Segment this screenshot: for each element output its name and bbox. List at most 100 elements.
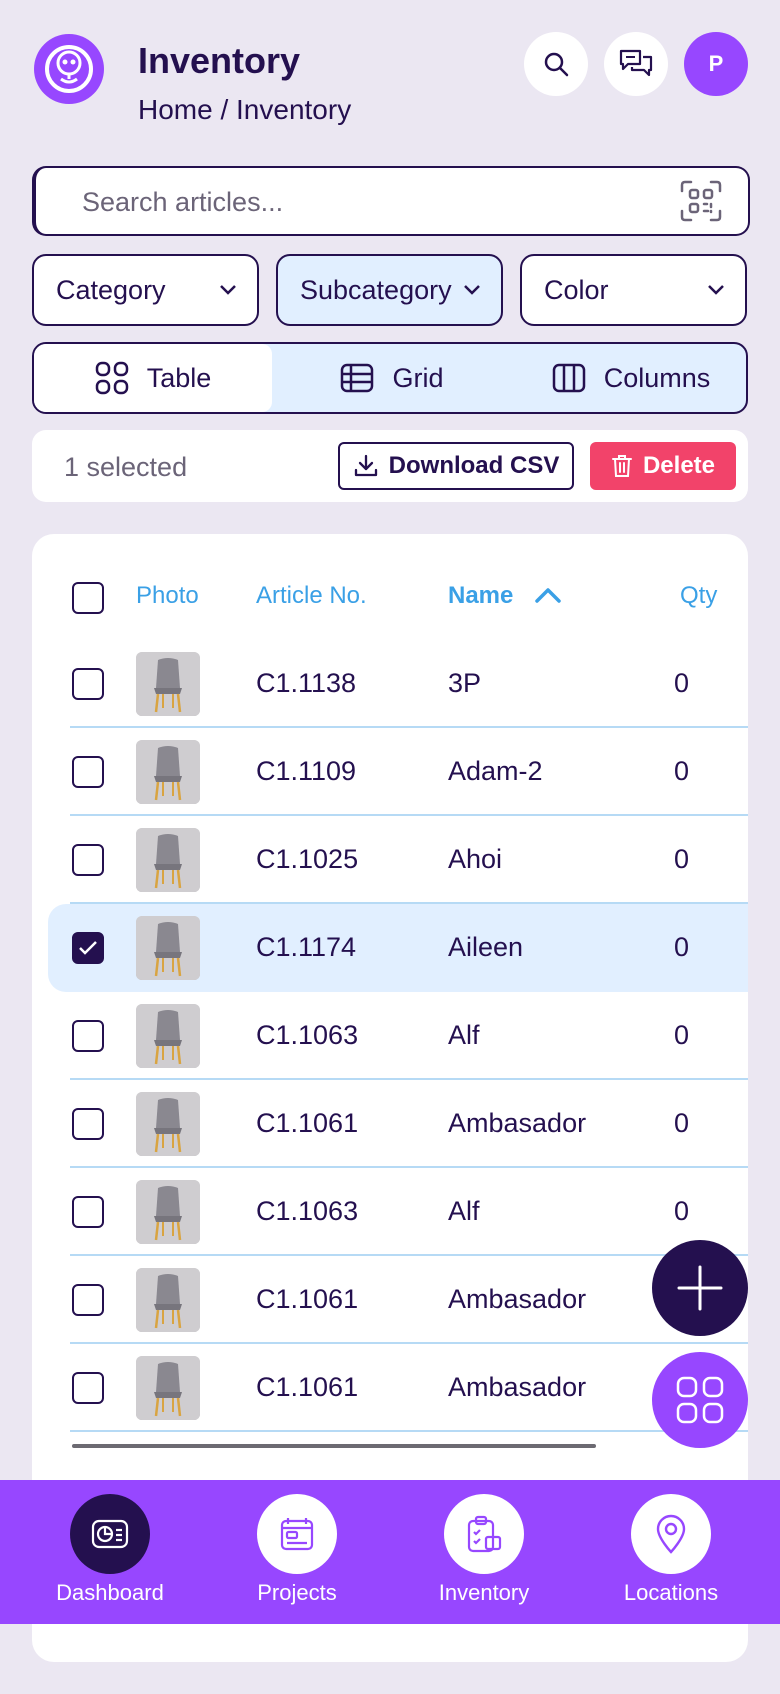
bottom-navigation: Dashboard Projects Inventory Locations [0,1480,780,1624]
article-name: Ambasador [448,1284,587,1314]
user-avatar[interactable]: P [684,32,748,96]
nav-dashboard[interactable]: Dashboard [20,1494,200,1606]
delete-label: Delete [642,452,716,479]
select-all-checkbox[interactable] [72,582,104,614]
row-checkbox[interactable] [72,668,104,700]
subcategory-filter-label: Subcategory [300,274,452,305]
download-csv-button[interactable]: Download CSV [338,442,574,490]
view-switcher: Table Grid Columns [32,342,748,414]
column-header-photo[interactable]: Photo [136,582,199,610]
article-photo[interactable] [136,740,200,804]
table-row[interactable]: C1.1063 Alf 0 [70,992,748,1080]
search-icon [544,52,569,77]
table-row[interactable]: C1.1138 3P 0 [70,640,748,728]
nav-inventory[interactable]: Inventory [394,1494,574,1606]
article-name: Aileen [448,932,524,962]
nav-projects[interactable]: Projects [207,1494,387,1606]
nav-dashboard-label: Dashboard [56,1580,164,1605]
checkmark-icon [79,941,97,955]
nav-inventory-label: Inventory [438,1580,530,1605]
article-number: C1.1174 [256,932,357,962]
download-csv-label: Download CSV [388,452,560,479]
delete-button[interactable]: Delete [590,442,736,490]
row-checkbox[interactable] [72,1196,104,1228]
row-checkbox[interactable] [72,932,104,964]
nav-locations[interactable]: Locations [581,1494,761,1606]
article-qty: 0 [674,932,690,962]
horizontal-scrollbar[interactable] [72,1444,596,1448]
article-number: C1.1063 [256,1196,359,1226]
article-qty: 0 [674,668,690,698]
messages-button[interactable] [604,32,668,96]
color-filter[interactable]: Color [520,254,747,326]
article-number: C1.1061 [256,1284,359,1314]
row-checkbox[interactable] [72,1372,104,1404]
subcategory-filter[interactable]: Subcategory [276,254,503,326]
article-photo[interactable] [136,1356,200,1420]
app-logo [34,34,104,104]
search-bar [32,166,750,236]
inventory-icon [444,1494,524,1574]
qr-scan-icon[interactable] [680,180,722,222]
column-header-article-no[interactable]: Article No. [256,582,367,610]
nav-locations-label: Locations [623,1580,719,1605]
sort-ascending-icon[interactable] [534,586,562,604]
dashboard-icon [70,1494,150,1574]
breadcrumb[interactable]: Home / Inventory [138,94,351,126]
article-number: C1.1025 [256,844,359,874]
article-photo[interactable] [136,1268,200,1332]
columns-view-icon [552,363,585,393]
article-number: C1.1061 [256,1108,359,1138]
table-row[interactable]: C1.1025 Ahoi 0 [70,816,748,904]
search-input[interactable] [82,182,642,222]
column-header-qty[interactable]: Qty [680,582,717,610]
tab-table-label: Table [146,362,212,393]
tab-table-view[interactable]: Table [34,344,272,412]
article-name: Adam-2 [448,756,543,786]
row-checkbox[interactable] [72,1284,104,1316]
article-photo[interactable] [136,652,200,716]
tab-grid-label: Grid [392,362,444,393]
add-article-button[interactable] [652,1240,748,1336]
apps-grid-icon [676,1376,724,1424]
row-checkbox[interactable] [72,844,104,876]
projects-icon [257,1494,337,1574]
table-row[interactable]: C1.1109 Adam-2 0 [70,728,748,816]
article-photo[interactable] [136,1092,200,1156]
table-row[interactable]: C1.1061 Ambasador 0 [70,1080,748,1168]
row-checkbox[interactable] [72,756,104,788]
article-number: C1.1109 [256,756,357,786]
article-qty: 0 [674,756,690,786]
article-photo[interactable] [136,828,200,892]
table-row[interactable]: C1.1174 Aileen 0 [48,904,748,992]
plus-icon [677,1265,723,1311]
category-filter[interactable]: Category [32,254,259,326]
column-header-name[interactable]: Name [448,582,513,610]
row-checkbox[interactable] [72,1108,104,1140]
row-checkbox[interactable] [72,1020,104,1052]
tab-columns-label: Columns [603,362,711,393]
selection-toolbar: 1 selected Download CSV Delete [32,430,748,502]
color-filter-label: Color [544,274,609,305]
table-row[interactable]: C1.1063 Alf 0 [70,1168,748,1256]
article-photo[interactable] [136,1004,200,1068]
article-photo[interactable] [136,1180,200,1244]
article-name: Ahoi [448,844,503,874]
quick-actions-button[interactable] [652,1352,748,1448]
search-button[interactable] [524,32,588,96]
article-qty: 0 [674,1196,690,1226]
article-name: Ambasador [448,1372,587,1402]
article-name: Alf [448,1020,480,1050]
table-row[interactable]: C1.1061 Ambasador [70,1256,748,1344]
nav-projects-label: Projects [257,1580,337,1605]
tab-grid-view[interactable]: Grid [272,344,512,412]
article-number: C1.1138 [256,668,357,698]
article-photo[interactable] [136,916,200,980]
tab-columns-view[interactable]: Columns [512,344,746,412]
article-name: Alf [448,1196,480,1226]
article-number: C1.1061 [256,1372,359,1402]
chevron-down-icon [220,285,236,295]
article-qty: 0 [674,1108,690,1138]
table-row[interactable]: C1.1061 Ambasador [70,1344,748,1432]
category-filter-label: Category [56,274,166,305]
